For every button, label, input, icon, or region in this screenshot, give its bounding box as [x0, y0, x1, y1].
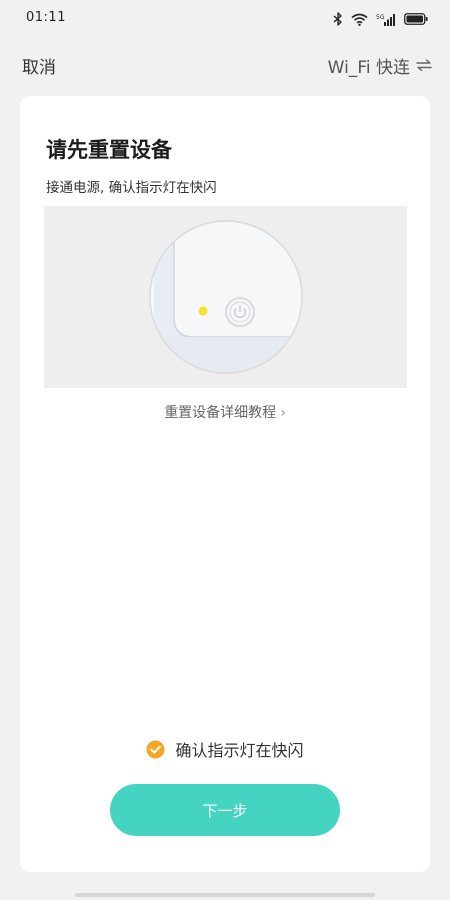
check-circle-icon	[146, 739, 166, 759]
confirm-checkbox[interactable]	[146, 739, 166, 759]
tutorial-link-label: 重置设备详细教程	[164, 405, 277, 421]
power-icon	[225, 297, 255, 327]
reset-device-card: 请先重置设备 接通电源, 确认指示灯在快闪 重置设备详细教程 › 确认指示灯在快…	[20, 96, 430, 872]
indicator-light	[198, 306, 208, 316]
svg-text:5G: 5G	[376, 14, 385, 21]
battery-icon	[404, 13, 428, 25]
device-illustration	[44, 206, 407, 388]
cancel-button[interactable]: 取消	[22, 53, 56, 78]
status-icons: 5G	[333, 10, 428, 28]
screen: 01:11 5G 取消 Wi_Fi 快连 请先重置设备 接通电源, 确认指示灯在…	[0, 0, 450, 900]
mode-label: Wi_Fi 快连	[327, 58, 410, 78]
confirm-row: 确认指示灯在快闪	[20, 737, 430, 761]
bluetooth-icon	[333, 12, 343, 26]
wifi-icon	[351, 13, 368, 26]
nav-bar: 取消 Wi_Fi 快连	[0, 44, 450, 84]
next-step-button[interactable]: 下一步	[110, 784, 340, 836]
wifi-quick-connect-toggle[interactable]: Wi_Fi 快连	[328, 53, 432, 78]
reset-tutorial-link[interactable]: 重置设备详细教程 ›	[20, 402, 430, 422]
switch-arrows-icon	[416, 56, 432, 76]
page-title: 请先重置设备	[46, 138, 172, 162]
status-bar: 01:11 5G	[0, 0, 450, 38]
signal-icon: 5G	[376, 13, 396, 26]
confirm-label: 确认指示灯在快闪	[175, 741, 304, 760]
chevron-right-icon: ›	[280, 405, 286, 421]
home-indicator	[75, 893, 375, 897]
status-time: 01:11	[26, 10, 66, 25]
instruction-text: 接通电源, 确认指示灯在快闪	[46, 180, 217, 196]
